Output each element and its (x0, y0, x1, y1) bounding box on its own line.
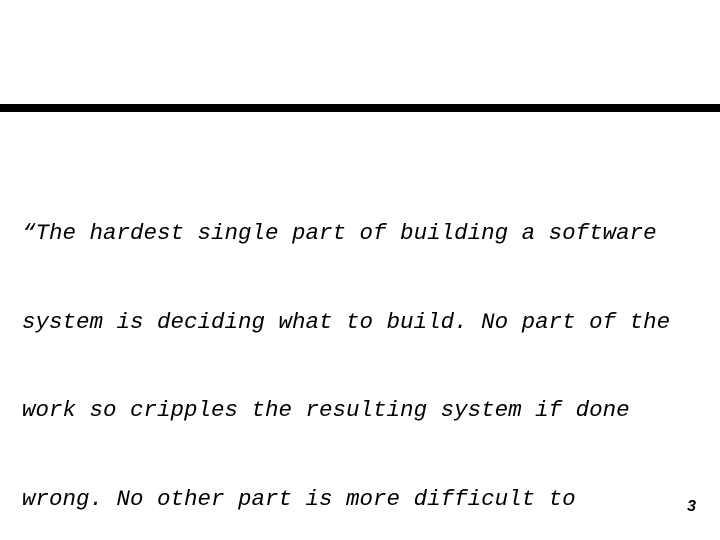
page-number: 3 (687, 498, 696, 515)
title-divider-rule (0, 104, 720, 112)
quote-line: work so cripples the resulting system if… (22, 397, 630, 423)
slide-title-area (0, 0, 720, 104)
slide: “The hardest single part of building a s… (0, 0, 720, 540)
quote-line: system is deciding what to build. No par… (22, 308, 671, 335)
quote-brooks: “The hardest single part of building a s… (22, 160, 712, 540)
slide-body: “The hardest single part of building a s… (22, 160, 712, 540)
quote-line: “The hardest single part of building a s… (22, 220, 657, 246)
quote-line: wrong. No other part is more difficult t… (22, 485, 576, 512)
